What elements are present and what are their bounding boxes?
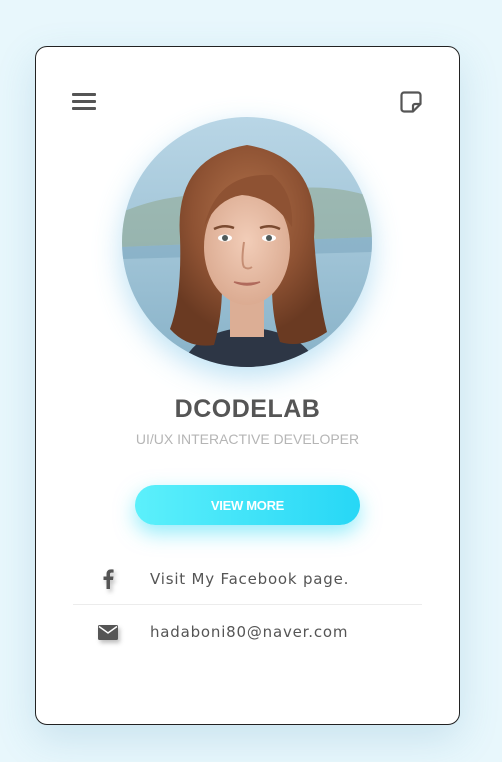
hamburger-menu-icon[interactable] — [72, 92, 96, 112]
facebook-icon — [73, 568, 143, 589]
email-link[interactable]: hadaboni80@naver.com — [73, 606, 422, 658]
email-label: hadaboni80@naver.com — [150, 623, 349, 641]
envelope-icon — [73, 624, 143, 640]
view-more-button[interactable]: VIEW MORE — [135, 485, 360, 525]
menu-line — [72, 107, 96, 110]
sticky-note-icon[interactable] — [399, 90, 423, 114]
menu-line — [72, 93, 96, 96]
profile-name: DCODELAB — [174, 395, 321, 423]
facebook-link[interactable]: Visit My Facebook page. — [73, 553, 422, 605]
profile-card: DCODELAB UI/UX INTERACTIVE DEVELOPER VIE… — [35, 46, 460, 725]
menu-line — [72, 100, 96, 103]
facebook-link-label: Visit My Facebook page. — [150, 569, 350, 588]
profile-avatar — [122, 117, 372, 367]
profile-title: UI/UX INTERACTIVE DEVELOPER — [135, 431, 360, 447]
